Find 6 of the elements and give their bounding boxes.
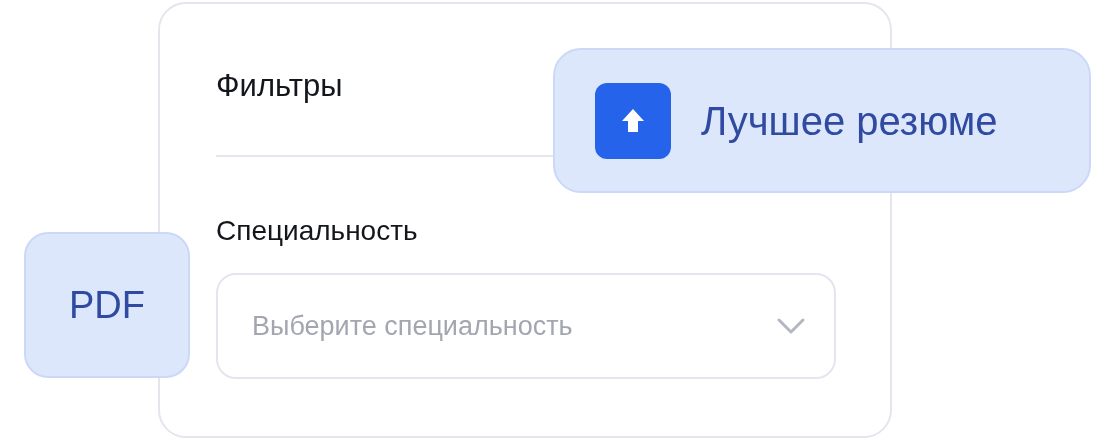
badge-label: Лучшее резюме <box>701 97 998 145</box>
chevron-down-icon <box>776 317 806 335</box>
card-title: Фильтры <box>216 67 343 105</box>
select-field[interactable]: Выберите специальность <box>216 273 836 379</box>
pdf-label: PDF <box>69 283 145 328</box>
field-label: Специальность <box>216 214 418 248</box>
